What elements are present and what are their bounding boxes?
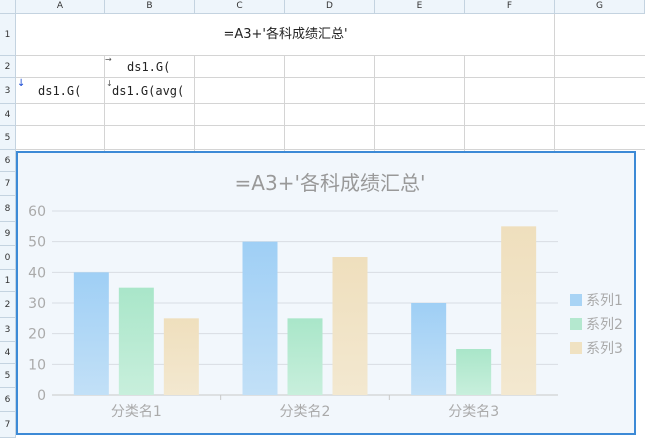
corner-cell[interactable] xyxy=(0,0,16,14)
row-header-8[interactable]: 8 xyxy=(0,196,16,222)
row-header-13[interactable]: 3 xyxy=(0,318,16,342)
legend-item-series1[interactable]: 系列1 xyxy=(570,290,623,310)
column-header-d[interactable]: D xyxy=(285,0,375,14)
row-header-11[interactable]: 1 xyxy=(0,270,16,292)
row-header-15[interactable]: 5 xyxy=(0,364,16,388)
row-header-5[interactable]: 5 xyxy=(0,126,16,150)
row-header-12[interactable]: 2 xyxy=(0,292,16,318)
legend-swatch-icon xyxy=(570,318,582,330)
row-header-2[interactable]: 2 xyxy=(0,56,16,78)
legend-item-series2[interactable]: 系列2 xyxy=(570,314,623,334)
row-header-9[interactable]: 9 xyxy=(0,222,16,246)
column-header-b[interactable]: B xyxy=(105,0,195,14)
column-header-c[interactable]: C xyxy=(195,0,285,14)
cell-a3[interactable]: ds1.G( xyxy=(38,78,104,104)
chart-selection-box[interactable] xyxy=(16,151,636,435)
grid-line xyxy=(16,125,645,126)
cell-b2[interactable]: ds1.G( xyxy=(127,56,194,78)
row-header-4[interactable]: 4 xyxy=(0,104,16,126)
grid-line xyxy=(16,103,645,104)
cell-b3[interactable]: ds1.G(avg( xyxy=(112,78,194,104)
row-header-3[interactable]: 3 xyxy=(0,78,16,104)
column-header-f[interactable]: F xyxy=(465,0,555,14)
row-header-1[interactable]: 1 xyxy=(0,14,16,56)
legend-swatch-icon xyxy=(570,342,582,354)
row-header-7[interactable]: 7 xyxy=(0,172,16,196)
row-header-16[interactable]: 6 xyxy=(0,388,16,412)
grid-line xyxy=(554,14,555,151)
row-header-6[interactable]: 6 xyxy=(0,150,16,172)
column-header-a[interactable]: A xyxy=(16,0,105,14)
row-header-17[interactable]: 7 xyxy=(0,412,16,438)
column-header-g[interactable]: G xyxy=(555,0,645,14)
expand-right-arrow-icon: → xyxy=(105,55,112,64)
legend-swatch-icon xyxy=(570,294,582,306)
column-header-e[interactable]: E xyxy=(375,0,465,14)
row-header-10[interactable]: 0 xyxy=(0,246,16,270)
grid-line xyxy=(16,77,645,78)
row-header-14[interactable]: 4 xyxy=(0,342,16,364)
title-merged-cell[interactable]: =A3+'各科成绩汇总' xyxy=(17,14,554,55)
grid-line xyxy=(16,149,645,150)
legend-item-series3[interactable]: 系列3 xyxy=(570,338,623,358)
expand-down-arrow-icon: ↓ xyxy=(17,78,26,89)
